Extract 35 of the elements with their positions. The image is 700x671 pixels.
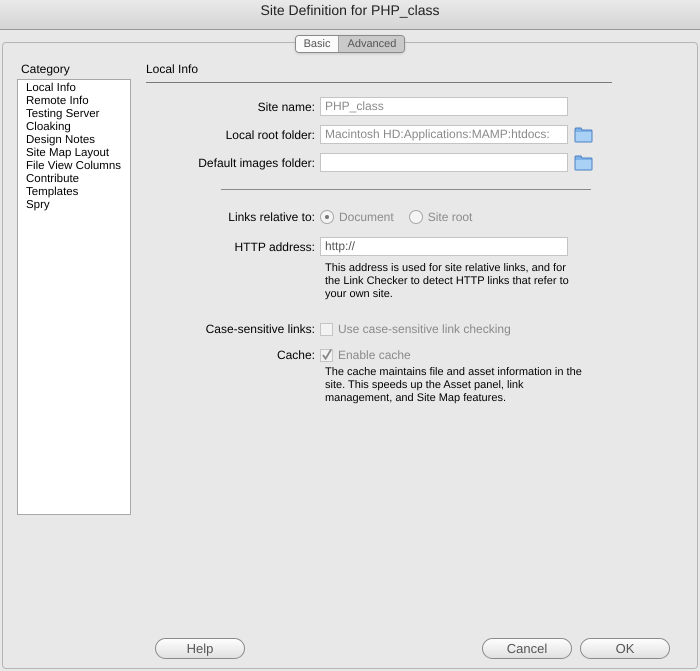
category-item[interactable]: Design Notes [26,134,130,147]
field-label: Cache: [276,348,315,362]
field-label: Links relative to: [228,210,315,224]
field-label: Site name: [258,100,315,114]
checkbox-label: Use case-sensitive link checking [338,321,511,338]
window-title: Site Definition for PHP_class [260,1,440,20]
category-title: Category [20,61,71,78]
dialog-button[interactable]: Cancel [482,638,572,659]
category-item[interactable]: Contribute [26,173,130,186]
dialog-button[interactable]: OK [580,638,670,659]
category-item[interactable]: File View Columns [26,160,130,173]
field-label: Local root folder: [226,128,315,142]
category-item[interactable]: Templates [26,186,130,199]
checkbox-label: Enable cache [338,347,411,364]
category-item[interactable]: Testing Server [26,108,130,121]
radio-label: Document [339,209,394,226]
text-field[interactable] [320,153,568,172]
category-item[interactable]: Cloaking [26,121,130,134]
category-item[interactable]: Remote Info [26,95,130,108]
field-label: HTTP address: [234,240,315,254]
field-label: Case-sensitive links: [206,322,315,336]
category-item[interactable]: Local Info [26,82,130,95]
category-item[interactable]: Spry [26,199,130,212]
radio-label: Site root [428,209,472,226]
help-text: This address is used for site relative links, and for the Link Checker to detect HTTP links that refer to your own site. [325,262,570,301]
section-title: Local Info [146,61,200,78]
tab[interactable]: Basic [296,36,338,52]
category-item[interactable]: Site Map Layout [26,147,130,160]
help-button[interactable]: Help [155,638,245,659]
http-address-field[interactable]: http:// [320,237,568,256]
folder-icon[interactable] [574,126,593,142]
help-text: The cache maintains file and asset information in the site. This speeds up the Asset panel, link management, and Site Map features. [325,366,583,405]
folder-icon[interactable] [574,154,593,170]
tab[interactable]: Advanced [338,36,404,52]
field-label: Default images folder: [198,156,315,170]
